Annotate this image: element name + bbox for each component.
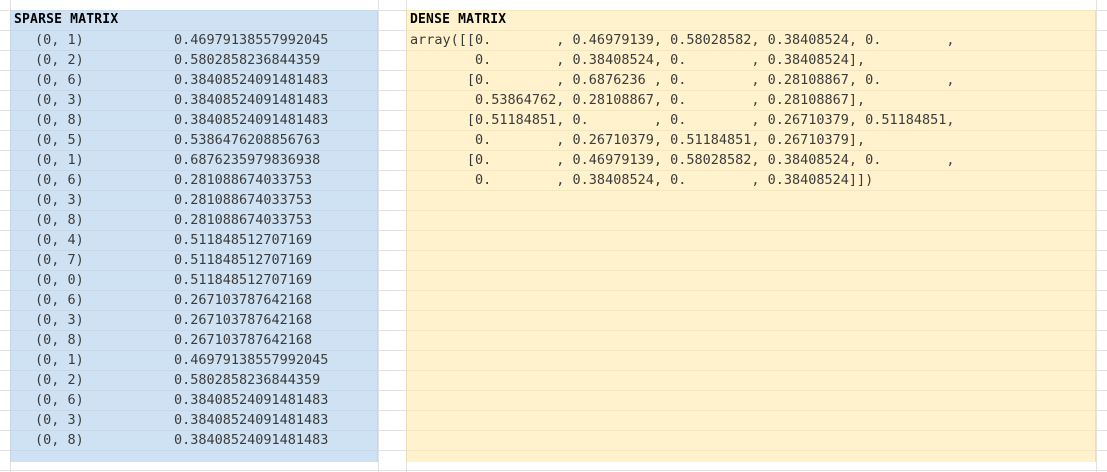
sparse-entry-index: (0, 6) [35,72,84,88]
sparse-entry-index: (0, 6) [35,392,84,408]
dense-matrix-line[interactable]: [0. , 0.46979139, 0.58028582, 0.38408524… [407,150,1095,170]
sparse-entry-index: (0, 6) [35,172,84,188]
sparse-entry-index: (0, 8) [35,112,84,128]
sparse-entry-value: 0.6876235979836938 [174,152,321,168]
dense-matrix-output: array([[0. , 0.46979139, 0.58028582, 0.3… [407,30,1095,190]
sparse-entry-row[interactable]: (0, 6) 0.281088674033753 [11,170,377,190]
sparse-entry-value: 0.38408524091481483 [174,112,329,128]
dense-matrix-line[interactable]: 0.53864762, 0.28108867, 0. , 0.28108867]… [407,90,1095,110]
sparse-entry-row[interactable]: (0, 8) 0.267103787642168 [11,330,377,350]
sparse-matrix-rows: (0, 1) 0.46979138557992045 (0, 2) 0.5802858… [11,30,377,450]
dense-matrix-line[interactable]: [0. , 0.6876236 , 0. , 0.28108867, 0. , [407,70,1095,90]
sparse-entry-value: 0.511848512707169 [174,232,313,248]
sparse-entry-value: 0.46979138557992045 [174,32,329,48]
sparse-entry-row[interactable]: (0, 3) 0.281088674033753 [11,190,377,210]
sparse-entry-value: 0.38408524091481483 [174,92,329,108]
dense-matrix-title: DENSE MATRIX [410,12,507,27]
sparse-entry-value: 0.281088674033753 [174,192,313,208]
sparse-entry-value: 0.267103787642168 [174,332,313,348]
sparse-entry-row[interactable]: (0, 7) 0.511848512707169 [11,250,377,270]
dense-matrix-line[interactable]: array([[0. , 0.46979139, 0.58028582, 0.3… [407,30,1095,50]
sparse-entry-index: (0, 8) [35,332,84,348]
dense-matrix-line[interactable]: 0. , 0.38408524, 0. , 0.38408524], [407,50,1095,70]
sparse-entry-index: (0, 1) [35,32,84,48]
column-divider [378,0,379,472]
sparse-entry-row[interactable]: (0, 1) 0.46979138557992045 [11,350,377,370]
sparse-entry-value: 0.5802858236844359 [174,372,321,388]
sparse-entry-row[interactable]: (0, 0) 0.511848512707169 [11,270,377,290]
sparse-entry-value: 0.38408524091481483 [174,432,329,448]
sparse-entry-row[interactable]: (0, 2) 0.5802858236844359 [11,50,377,70]
sparse-entry-value: 0.38408524091481483 [174,412,329,428]
dense-matrix-line[interactable]: 0. , 0.38408524, 0. , 0.38408524]]) [407,170,1095,190]
sparse-entry-value: 0.281088674033753 [174,212,313,228]
sparse-entry-row[interactable]: (0, 1) 0.46979138557992045 [11,30,377,50]
sparse-entry-value: 0.5802858236844359 [174,52,321,68]
sparse-matrix-title: SPARSE MATRIX [14,12,119,27]
sparse-entry-index: (0, 1) [35,152,84,168]
dense-matrix-panel: DENSE MATRIX array([[0. , 0.46979139, 0.… [406,10,1096,462]
sparse-entry-row[interactable]: (0, 3) 0.267103787642168 [11,310,377,330]
column-divider [1096,0,1097,472]
sparse-entry-row[interactable]: (0, 8) 0.38408524091481483 [11,430,377,450]
dense-matrix-line[interactable]: 0. , 0.26710379, 0.51184851, 0.26710379]… [407,130,1095,150]
sparse-entry-index: (0, 2) [35,52,84,68]
sparse-entry-index: (0, 0) [35,272,84,288]
sparse-entry-value: 0.511848512707169 [174,252,313,268]
sparse-entry-row[interactable]: (0, 5) 0.5386476208856763 [11,130,377,150]
sparse-entry-row[interactable]: (0, 8) 0.38408524091481483 [11,110,377,130]
sparse-matrix-panel: SPARSE MATRIX (0, 1) 0.46979138557992045(… [10,10,378,462]
sparse-entry-index: (0, 4) [35,232,84,248]
sparse-entry-index: (0, 2) [35,372,84,388]
sparse-entry-row[interactable]: (0, 2) 0.5802858236844359 [11,370,377,390]
sparse-entry-index: (0, 7) [35,252,84,268]
sparse-entry-index: (0, 1) [35,352,84,368]
sparse-entry-value: 0.511848512707169 [174,272,313,288]
sparse-entry-index: (0, 8) [35,432,84,448]
sparse-entry-row[interactable]: (0, 4) 0.511848512707169 [11,230,377,250]
sparse-entry-index: (0, 5) [35,132,84,148]
sparse-entry-row[interactable]: (0, 3) 0.38408524091481483 [11,90,377,110]
sparse-entry-index: (0, 3) [35,192,84,208]
sparse-entry-value: 0.46979138557992045 [174,352,329,368]
sparse-entry-index: (0, 6) [35,292,84,308]
sparse-entry-index: (0, 3) [35,412,84,428]
sparse-entry-value: 0.267103787642168 [174,292,313,308]
sparse-entry-row[interactable]: (0, 6) 0.38408524091481483 [11,390,377,410]
sparse-entry-row[interactable]: (0, 6) 0.38408524091481483 [11,70,377,90]
sparse-entry-row[interactable]: (0, 6) 0.267103787642168 [11,290,377,310]
sparse-entry-index: (0, 8) [35,212,84,228]
sparse-entry-value: 0.5386476208856763 [174,132,321,148]
dense-matrix-line[interactable]: [0.51184851, 0. , 0. , 0.26710379, 0.511… [407,110,1095,130]
sparse-entry-value: 0.38408524091481483 [174,392,329,408]
sparse-entry-row[interactable]: (0, 8) 0.281088674033753 [11,210,377,230]
sparse-entry-value: 0.267103787642168 [174,312,313,328]
sparse-entry-row[interactable]: (0, 1) 0.6876235979836938 [11,150,377,170]
sparse-entry-index: (0, 3) [35,312,84,328]
sparse-entry-value: 0.281088674033753 [174,172,313,188]
sparse-entry-index: (0, 3) [35,92,84,108]
sparse-entry-value: 0.38408524091481483 [174,72,329,88]
sparse-entry-row[interactable]: (0, 3) 0.38408524091481483 [11,410,377,430]
